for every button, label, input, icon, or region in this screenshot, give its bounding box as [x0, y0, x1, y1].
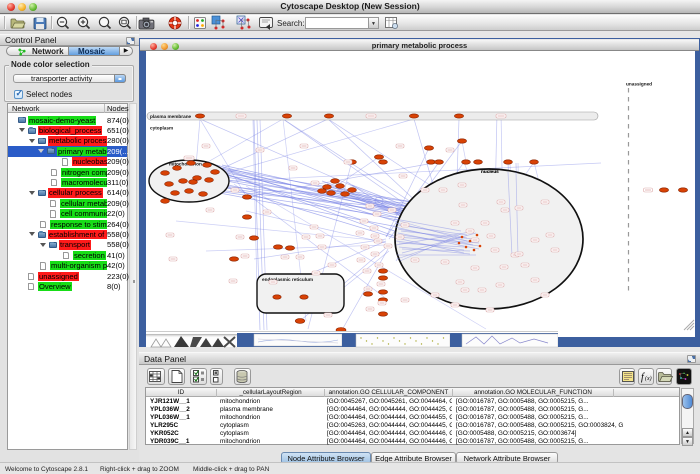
- svg-text:nucleus: nucleus: [481, 169, 499, 174]
- svg-text:plasma membrane: plasma membrane: [150, 114, 192, 119]
- svg-text:unassigned: unassigned: [626, 82, 652, 87]
- svg-text:cytoplasm: cytoplasm: [150, 126, 173, 131]
- svg-text:mitochondrion: mitochondrion: [169, 162, 202, 167]
- svg-text:(x): (x): [645, 375, 652, 382]
